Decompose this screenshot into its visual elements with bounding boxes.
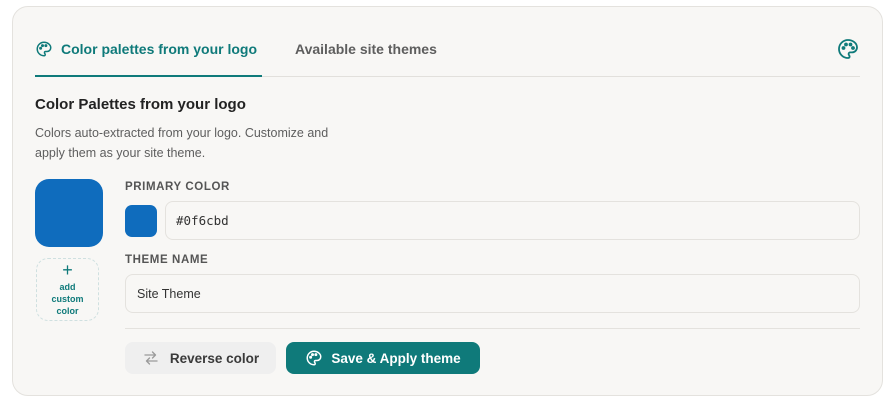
tab-label: Available site themes: [295, 41, 437, 57]
palette-icon[interactable]: [836, 37, 860, 61]
save-apply-theme-button[interactable]: Save & Apply theme: [286, 342, 480, 374]
add-custom-label: add custom color: [51, 282, 84, 316]
primary-color-label: PRIMARY COLOR: [125, 181, 230, 193]
divider: [125, 328, 860, 329]
tab-site-themes[interactable]: Available site themes: [295, 33, 437, 77]
palette-icon: [305, 349, 323, 367]
theme-name-input[interactable]: [125, 274, 860, 313]
primary-color-swatch[interactable]: [125, 205, 157, 237]
add-custom-color-button[interactable]: + add custom color: [36, 258, 99, 321]
theme-card: Color palettes from your logo Available …: [12, 6, 883, 396]
palette-icon: [35, 40, 53, 58]
tab-label: Color palettes from your logo: [61, 41, 258, 57]
swap-arrows-icon: [142, 349, 160, 367]
reverse-color-button[interactable]: Reverse color: [125, 342, 276, 374]
reverse-label: Reverse color: [169, 350, 260, 366]
primary-color-input[interactable]: [165, 201, 860, 240]
tab-bar: Color palettes from your logo Available …: [35, 33, 860, 77]
apply-label: Save & Apply theme: [331, 350, 461, 366]
theme-name-label: THEME NAME: [125, 254, 209, 266]
tab-color-palettes[interactable]: Color palettes from your logo: [35, 33, 262, 77]
section-description: Colors auto-extracted from your logo. Cu…: [35, 126, 329, 160]
plus-icon: +: [62, 260, 73, 280]
palette-swatch[interactable]: [35, 179, 103, 247]
section-title: Color Palettes from your logo: [35, 96, 246, 113]
